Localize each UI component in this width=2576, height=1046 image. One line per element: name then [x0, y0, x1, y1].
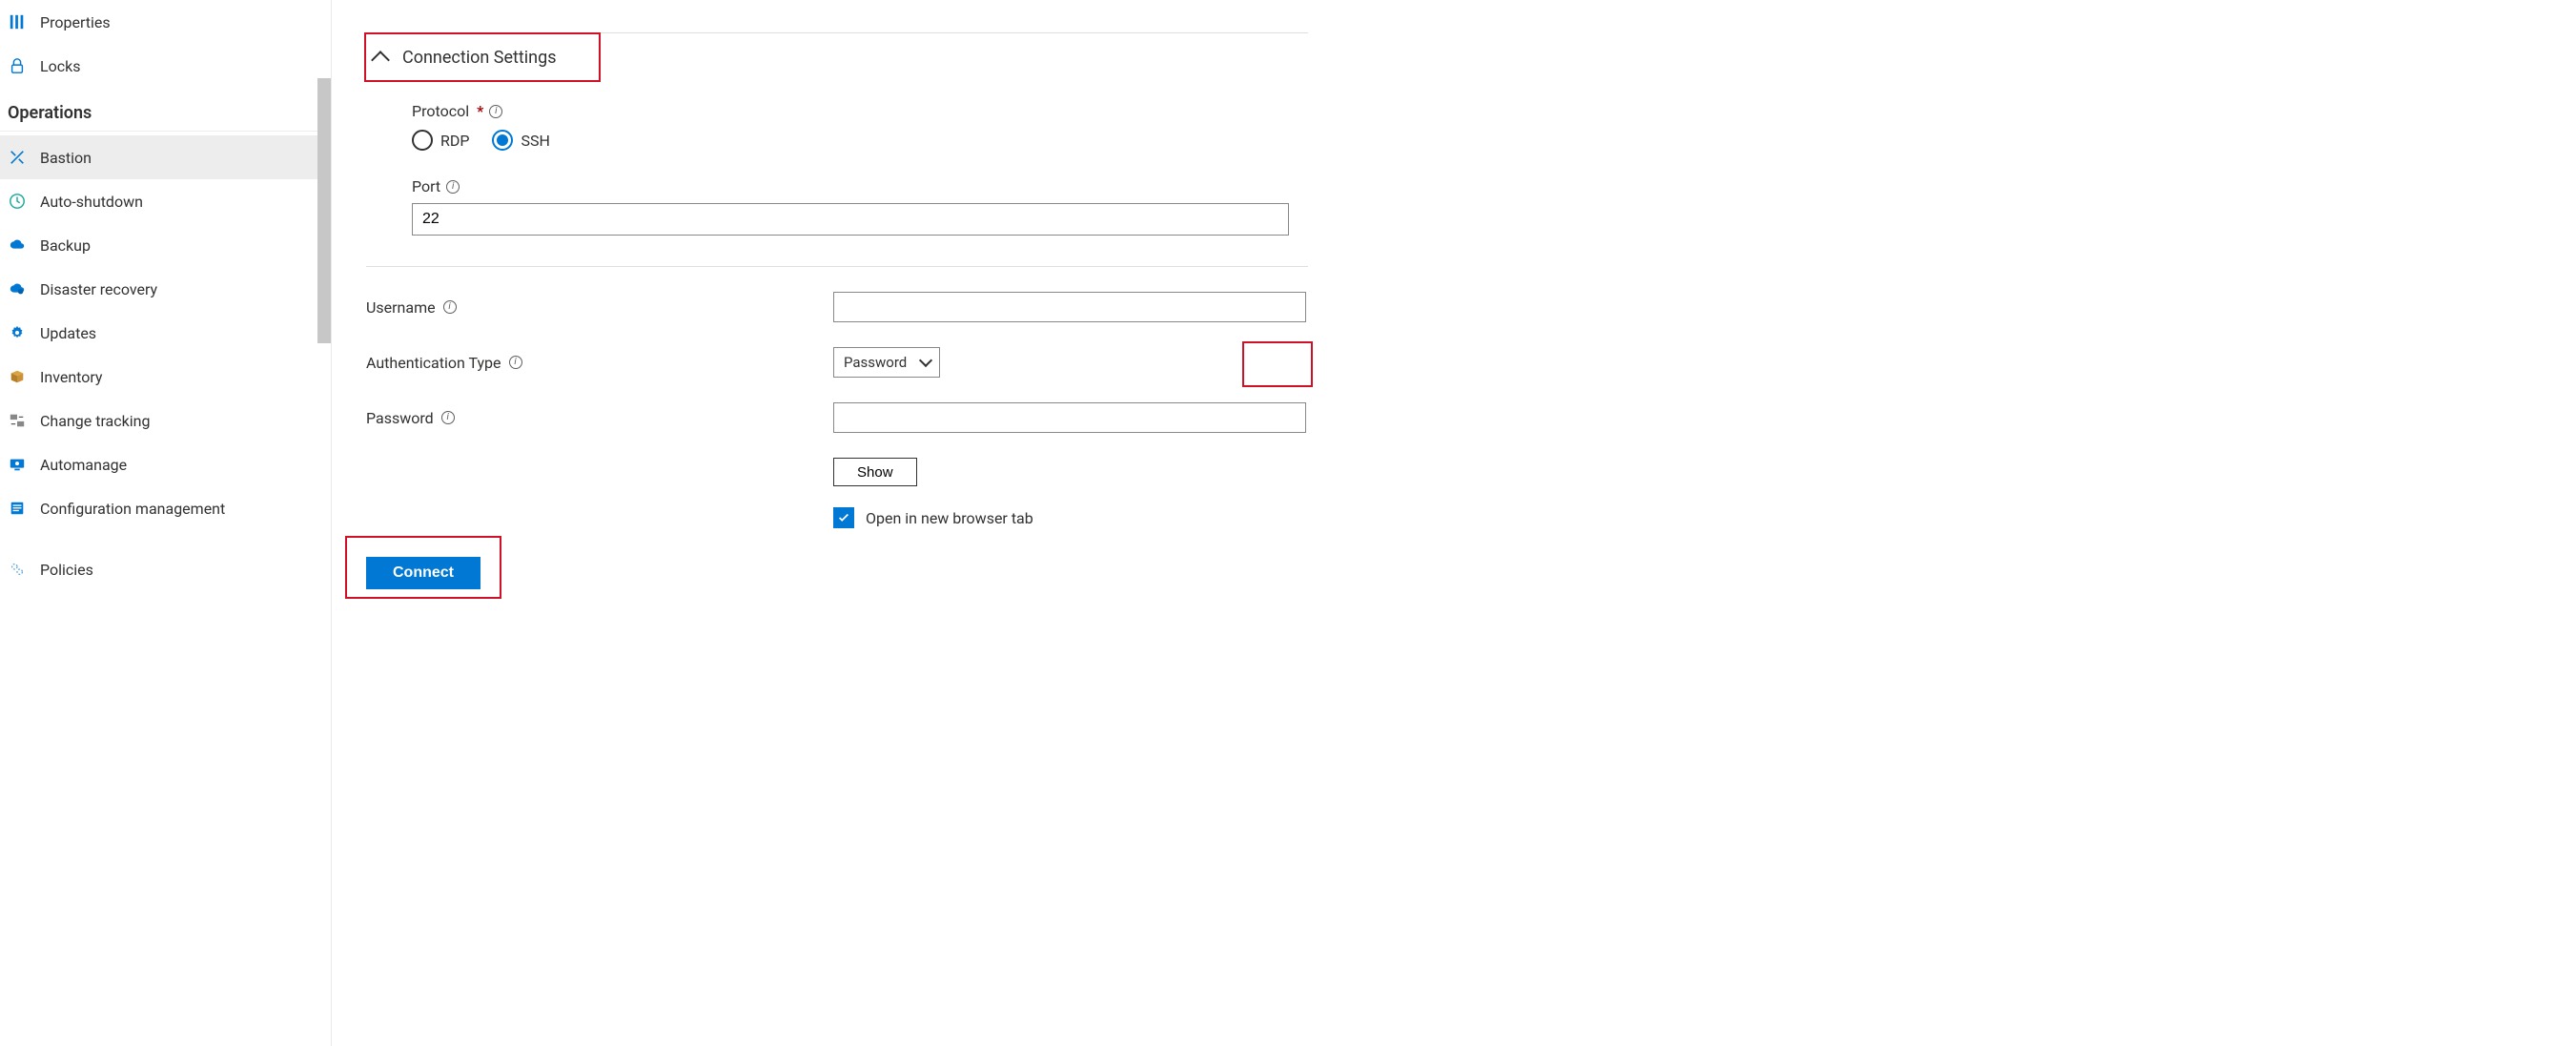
- sidebar-group-label: Operations: [8, 103, 92, 123]
- cloud-backup-icon: [8, 236, 27, 255]
- authtype-row: Authentication Type i Password: [366, 347, 2542, 378]
- chevron-up-icon: [371, 51, 390, 70]
- authtype-label: Authentication Type: [366, 354, 501, 372]
- sidebar-item-locks[interactable]: Locks: [0, 44, 331, 88]
- username-label: Username: [366, 298, 436, 317]
- port-field: Port i: [412, 177, 2542, 195]
- newtab-row: Open in new browser tab: [366, 507, 2542, 528]
- authtype-select[interactable]: Password: [833, 347, 940, 378]
- divider: [366, 266, 1308, 267]
- password-label: Password: [366, 409, 434, 427]
- sidebar-item-label: Locks: [40, 57, 321, 75]
- properties-icon: [8, 12, 27, 31]
- connection-settings-header[interactable]: Connection Settings: [366, 35, 564, 79]
- sidebar-item-label: Auto-shutdown: [40, 193, 321, 211]
- checkbox-box: [833, 507, 854, 528]
- protocol-field: Protocol * i: [412, 102, 2542, 120]
- required-asterisk: *: [477, 102, 483, 120]
- sidebar-item-backup[interactable]: Backup: [0, 223, 331, 267]
- sidebar-scrollbar-thumb[interactable]: [317, 78, 331, 343]
- cloud-dr-icon: [8, 279, 27, 298]
- info-icon[interactable]: i: [443, 300, 457, 314]
- sidebar-item-updates[interactable]: Updates: [0, 311, 331, 355]
- box-icon: [8, 367, 27, 386]
- authtype-value: Password: [844, 354, 907, 371]
- sidebar-item-config-mgmt[interactable]: Configuration management: [0, 486, 331, 530]
- sidebar-item-label: Configuration management: [40, 500, 321, 518]
- info-icon[interactable]: i: [441, 411, 455, 424]
- radio-dot: [412, 130, 433, 151]
- sidebar-item-auto-shutdown[interactable]: Auto-shutdown: [0, 179, 331, 223]
- sidebar-item-inventory[interactable]: Inventory: [0, 355, 331, 399]
- sidebar-item-label: Bastion: [40, 149, 321, 167]
- port-input[interactable]: [412, 203, 1289, 236]
- protocol-label-text: Protocol: [412, 102, 469, 120]
- change-tracking-icon: [8, 411, 27, 430]
- sidebar-item-disaster-recovery[interactable]: Disaster recovery: [0, 267, 331, 311]
- sidebar-item-label: Policies: [40, 561, 321, 579]
- config-mgmt-icon: [8, 499, 27, 518]
- main-content: Connection Settings Protocol * i RDP SSH: [332, 0, 2576, 1046]
- protocol-label: Protocol * i: [412, 102, 502, 120]
- protocol-radio-group: RDP SSH: [412, 130, 2542, 151]
- connection-settings-title: Connection Settings: [402, 48, 557, 68]
- sidebar-item-properties[interactable]: Properties: [0, 0, 331, 44]
- sidebar-item-change-tracking[interactable]: Change tracking: [0, 399, 331, 442]
- bastion-icon: [8, 148, 27, 167]
- clock-icon: [8, 192, 27, 211]
- username-input[interactable]: [833, 292, 1306, 322]
- radio-dot: [492, 130, 513, 151]
- sidebar-item-label: Backup: [40, 236, 321, 255]
- policies-icon: [8, 560, 27, 579]
- sidebar-item-label: Updates: [40, 324, 321, 342]
- username-row: Username i: [366, 292, 2542, 322]
- connect-button[interactable]: Connect: [366, 557, 480, 589]
- lock-icon: [8, 56, 27, 75]
- show-row: Show: [366, 458, 2542, 486]
- open-new-tab-label: Open in new browser tab: [866, 509, 1033, 527]
- protocol-radio-rdp[interactable]: RDP: [412, 130, 469, 151]
- info-icon[interactable]: i: [489, 105, 502, 118]
- sidebar-item-label: Change tracking: [40, 412, 321, 430]
- port-label-text: Port: [412, 177, 440, 195]
- sidebar: Properties Locks Operations: [0, 0, 332, 1046]
- sidebar-item-bastion[interactable]: Bastion: [0, 135, 331, 179]
- protocol-radio-ssh[interactable]: SSH: [492, 130, 549, 151]
- open-new-tab-checkbox[interactable]: Open in new browser tab: [833, 507, 1033, 528]
- sidebar-item-automanage[interactable]: Automanage: [0, 442, 331, 486]
- sidebar-group-operations: Operations: [0, 88, 331, 132]
- sidebar-item-label: Inventory: [40, 368, 321, 386]
- sidebar-scroll[interactable]: Properties Locks Operations: [0, 0, 331, 1046]
- password-input[interactable]: [833, 402, 1306, 433]
- automanage-icon: [8, 455, 27, 474]
- port-label: Port i: [412, 177, 460, 195]
- divider: [366, 32, 1308, 33]
- sidebar-item-label: Properties: [40, 13, 321, 31]
- protocol-radio-rdp-label: RDP: [440, 132, 469, 150]
- password-row: Password i: [366, 402, 2542, 433]
- connect-button-label: Connect: [393, 564, 454, 581]
- info-icon[interactable]: i: [509, 356, 522, 369]
- sidebar-item-label: Automanage: [40, 456, 321, 474]
- sidebar-item-label: Disaster recovery: [40, 280, 321, 298]
- show-button[interactable]: Show: [833, 458, 917, 486]
- sidebar-item-policies[interactable]: Policies: [0, 547, 331, 591]
- gear-icon: [8, 323, 27, 342]
- protocol-radio-ssh-label: SSH: [521, 132, 549, 150]
- info-icon[interactable]: i: [446, 180, 460, 194]
- show-button-label: Show: [857, 464, 893, 481]
